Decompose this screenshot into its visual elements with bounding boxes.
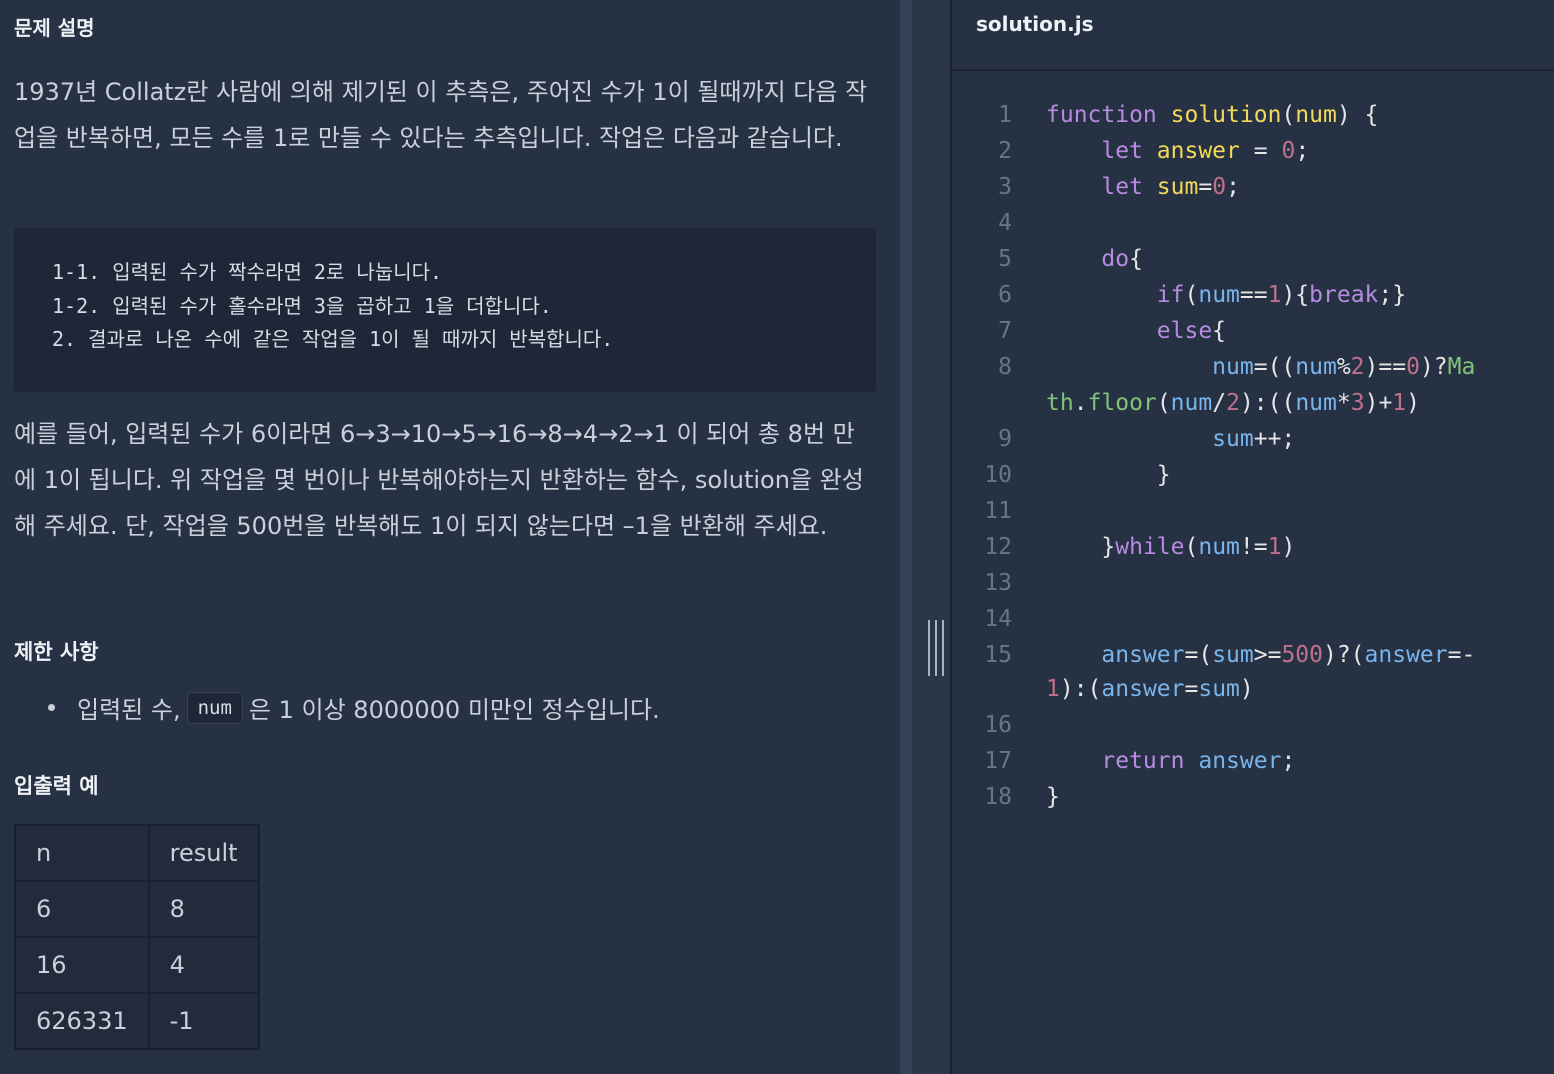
table-cell: 16 bbox=[14, 936, 150, 994]
bullet-icon bbox=[48, 704, 55, 711]
line-number: 6 bbox=[998, 282, 1012, 308]
table-header-row: n result bbox=[14, 824, 260, 882]
constraint-suffix: 은 1 이상 8000000 미만인 정수입니다. bbox=[248, 696, 660, 724]
line-number: 10 bbox=[984, 462, 1012, 488]
table-row: 626331 -1 bbox=[14, 992, 260, 1050]
table-row: 6 8 bbox=[14, 880, 260, 938]
line-number: 3 bbox=[998, 174, 1012, 200]
line-number: 9 bbox=[998, 426, 1012, 452]
panel-divider[interactable] bbox=[900, 0, 952, 1074]
table-cell: 626331 bbox=[14, 992, 150, 1050]
editor-tab-bar: solution.js bbox=[952, 0, 1554, 71]
line-number: 18 bbox=[984, 784, 1012, 810]
problem-description: 1937년 Collatz란 사람에 의해 제기된 이 추측은, 주어진 수가 … bbox=[14, 78, 868, 152]
table-cell: 4 bbox=[147, 936, 260, 994]
code-line: else{ bbox=[1156, 318, 1227, 344]
code-line: } bbox=[1156, 462, 1171, 488]
code-line: num=((num%2)==0)?Ma bbox=[1212, 354, 1476, 380]
constraint-item: 입력된 수, num 은 1 이상 8000000 미만인 정수입니다. bbox=[48, 690, 660, 725]
constraint-prefix: 입력된 수, bbox=[77, 696, 181, 724]
editor-panel: solution.js 1 2 3 4 5 6 7 8 9 10 11 12 1… bbox=[952, 0, 1554, 1074]
code-line: return answer; bbox=[1101, 748, 1296, 774]
examples-table: n result 6 8 16 4 626331 -1 bbox=[14, 824, 260, 1050]
line-number: 1 bbox=[998, 102, 1012, 128]
steps-code-block: 1-1. 입력된 수가 짝수라면 2로 나눕니다. 1-2. 입력된 수가 홀수… bbox=[14, 228, 876, 392]
line-number: 13 bbox=[984, 570, 1012, 596]
line-number: 14 bbox=[984, 606, 1012, 632]
problem-example-description: 예를 들어, 입력된 수가 6이라면 6→3→10→5→16→8→4→2→1 이… bbox=[14, 420, 864, 540]
line-number: 17 bbox=[984, 748, 1012, 774]
line-number: 16 bbox=[984, 712, 1012, 738]
table-cell: -1 bbox=[147, 992, 260, 1050]
inline-code-num: num bbox=[186, 691, 243, 724]
code-line: let sum=0; bbox=[1101, 174, 1240, 200]
table-header-cell: result bbox=[147, 824, 260, 882]
line-number: 2 bbox=[998, 138, 1012, 164]
table-cell: 8 bbox=[147, 880, 260, 938]
step-line: 1-2. 입력된 수가 홀수라면 3을 곱하고 1을 더합니다. bbox=[52, 293, 552, 318]
code-line: }while(num!=1) bbox=[1101, 534, 1296, 560]
code-line: th.floor(num/2):((num*3)+1) bbox=[1046, 390, 1421, 416]
code-line: if(num==1){break;} bbox=[1156, 282, 1407, 308]
editor-filename[interactable]: solution.js bbox=[976, 12, 1094, 36]
resize-handle-icon[interactable] bbox=[928, 620, 944, 676]
line-number: 12 bbox=[984, 534, 1012, 560]
code-line: function solution(num) { bbox=[1046, 102, 1379, 128]
code-line: } bbox=[1046, 784, 1060, 810]
problem-title: 문제 설명 bbox=[14, 16, 95, 40]
code-line: sum++; bbox=[1212, 426, 1296, 452]
code-line: 1):(answer=sum) bbox=[1046, 676, 1254, 702]
line-number: 11 bbox=[984, 498, 1012, 524]
step-line: 1-1. 입력된 수가 짝수라면 2로 나눕니다. bbox=[52, 260, 443, 284]
line-number: 5 bbox=[998, 246, 1012, 272]
line-number: 8 bbox=[998, 354, 1012, 380]
table-header-cell: n bbox=[14, 824, 150, 882]
code-line: answer=(sum>=500)?(answer=- bbox=[1101, 642, 1476, 668]
code-line: let answer = 0; bbox=[1101, 138, 1310, 164]
line-number: 7 bbox=[998, 318, 1012, 344]
step-line: 2. 결과로 나온 수에 같은 작업을 1이 될 때까지 반복합니다. bbox=[52, 327, 614, 351]
constraints-title: 제한 사항 bbox=[14, 640, 99, 664]
problem-panel: 문제 설명 1937년 Collatz란 사람에 의해 제기된 이 추측은, 주… bbox=[0, 0, 900, 1074]
table-row: 16 4 bbox=[14, 936, 260, 994]
examples-title: 입출력 예 bbox=[14, 774, 99, 798]
line-number: 15 bbox=[984, 642, 1012, 668]
line-number: 4 bbox=[998, 210, 1012, 236]
table-cell: 6 bbox=[14, 880, 150, 938]
code-line: do{ bbox=[1101, 246, 1143, 272]
